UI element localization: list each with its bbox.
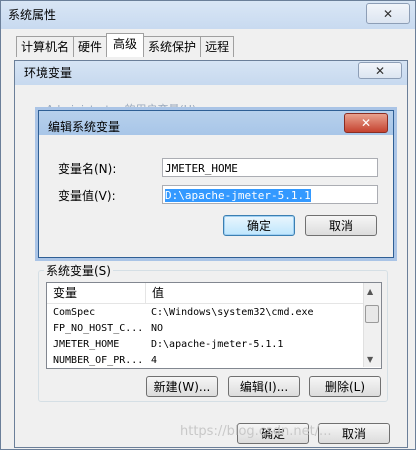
table-row[interactable]: JMETER_HOME D:\apache-jmeter-5.1.1	[47, 337, 363, 353]
variable-value-label: 变量值(V):	[58, 189, 116, 203]
row-value: 4	[151, 355, 158, 366]
tab-computer-name[interactable]: 计算机名	[16, 36, 75, 57]
variable-name-input[interactable]: JMETER_HOME	[162, 158, 378, 177]
close-icon: ✕	[374, 63, 386, 78]
row-value: C:\Windows\system32\cmd.exe	[151, 307, 314, 318]
list-header: 变量 值	[47, 283, 363, 304]
column-header-value[interactable]: 值	[146, 283, 362, 303]
scroll-down-icon[interactable]: ▼	[367, 355, 373, 364]
watermark: https://blog.csdn.net/...	[180, 424, 332, 439]
row-value: D:\apache-jmeter-5.1.1	[151, 339, 284, 350]
row-name: JMETER_HOME	[53, 339, 120, 350]
edit-dialog-ok-button[interactable]: 确定	[223, 215, 295, 236]
close-icon: ✕	[382, 6, 394, 21]
table-row[interactable]: ComSpec C:\Windows\system32\cmd.exe	[47, 305, 363, 321]
table-row[interactable]: FP_NO_HOST_C... NO	[47, 321, 363, 337]
scrollbar-thumb[interactable]	[365, 305, 379, 323]
edit-variable-button[interactable]: 编辑(I)...	[228, 376, 300, 397]
system-properties-title: 系统属性	[8, 8, 57, 22]
edit-dialog-close-button[interactable]: ✕	[344, 113, 388, 133]
row-name: NUMBER_OF_PR...	[53, 355, 144, 366]
variable-value-text: D:\apache-jmeter-5.1.1	[165, 189, 311, 202]
close-icon: ✕	[360, 116, 372, 130]
tab-hardware[interactable]: 硬件	[73, 36, 108, 57]
tab-system-protection[interactable]: 系统保护	[143, 36, 202, 57]
table-row[interactable]: NUMBER_OF_PR... 4	[47, 353, 363, 368]
edit-dialog-title: 编辑系统变量	[48, 120, 121, 134]
delete-variable-button[interactable]: 删除(L)	[309, 376, 381, 397]
tab-advanced[interactable]: 高级	[106, 33, 145, 57]
variable-name-label: 变量名(N):	[58, 162, 117, 176]
environment-variables-title: 环境变量	[24, 66, 73, 80]
row-name: ComSpec	[53, 307, 96, 318]
system-vars-list[interactable]: 变量 值 ComSpec C:\Windows\system32\cmd.exe…	[46, 282, 382, 369]
edit-dialog-cancel-button[interactable]: 取消	[305, 215, 377, 236]
tab-strip: 计算机名 硬件 高级 系统保护 远程	[16, 33, 235, 57]
row-value: NO	[151, 323, 164, 334]
system-vars-label: 系统变量(S)	[44, 262, 113, 279]
scroll-up-icon[interactable]: ▲	[367, 287, 373, 296]
close-button[interactable]: ✕	[366, 3, 410, 24]
row-name: FP_NO_HOST_C...	[53, 323, 144, 334]
column-header-variable[interactable]: 变量	[47, 283, 146, 303]
new-variable-button[interactable]: 新建(W)...	[146, 376, 218, 397]
env-close-button[interactable]: ✕	[358, 62, 402, 79]
variable-value-input[interactable]: D:\apache-jmeter-5.1.1	[162, 185, 378, 204]
tab-remote[interactable]: 远程	[200, 36, 235, 57]
